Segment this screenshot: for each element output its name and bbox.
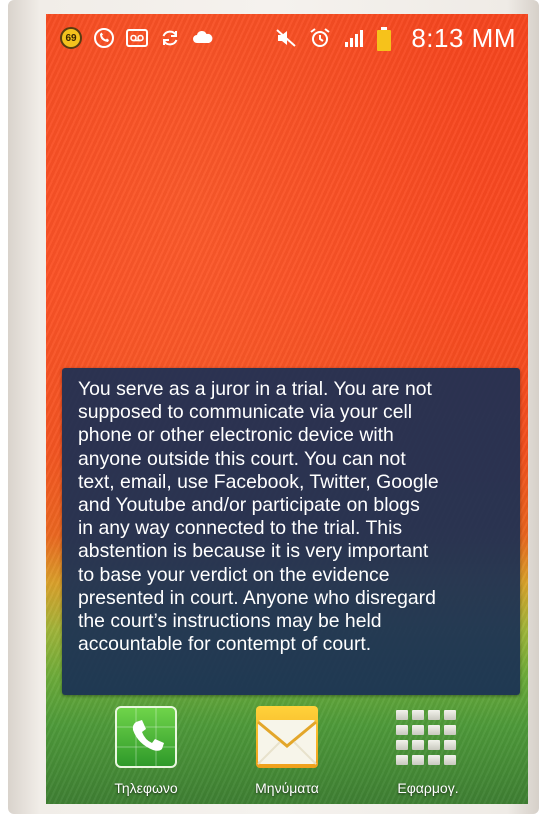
mute-icon xyxy=(275,27,297,49)
alarm-icon xyxy=(309,27,331,49)
cloud-icon xyxy=(192,27,214,49)
apps-grid-icon xyxy=(396,706,460,768)
status-bar[interactable]: 69 8:13 MM xyxy=(46,14,528,62)
messages-icon xyxy=(256,706,318,768)
battery-icon xyxy=(377,27,399,51)
home-dock: Τηλεφωνο Μηνύματα Εφαρμογ. xyxy=(46,704,528,804)
status-clock: 8:13 MM xyxy=(411,22,516,53)
status-notification-icons: 69 xyxy=(60,27,214,49)
juror-notice-dialog[interactable]: You serve as a juror in a trial. You are… xyxy=(62,368,520,695)
viber-icon xyxy=(93,27,115,49)
voicemail-icon xyxy=(126,27,148,49)
phone-frame: 69 8:13 MM You serve as a juror in a tri… xyxy=(8,0,539,814)
home-screen: 69 8:13 MM You serve as a juror in a tri… xyxy=(46,14,528,804)
dock-app-phone[interactable]: Τηλεφωνο xyxy=(86,706,206,796)
dock-app-messages[interactable]: Μηνύματα xyxy=(227,706,347,796)
dock-app-apps[interactable]: Εφαρμογ. xyxy=(368,706,488,796)
dock-app-phone-label: Τηλεφωνο xyxy=(114,780,178,796)
dock-app-messages-label: Μηνύματα xyxy=(255,780,319,796)
status-system-icons: 8:13 MM xyxy=(275,23,516,54)
notification-badge-icon: 69 xyxy=(60,27,82,49)
signal-icon xyxy=(343,27,365,49)
sync-icon xyxy=(159,27,181,49)
phone-icon xyxy=(115,706,177,768)
juror-notice-text: You serve as a juror in a trial. You are… xyxy=(78,378,439,656)
dock-app-apps-label: Εφαρμογ. xyxy=(397,780,459,796)
